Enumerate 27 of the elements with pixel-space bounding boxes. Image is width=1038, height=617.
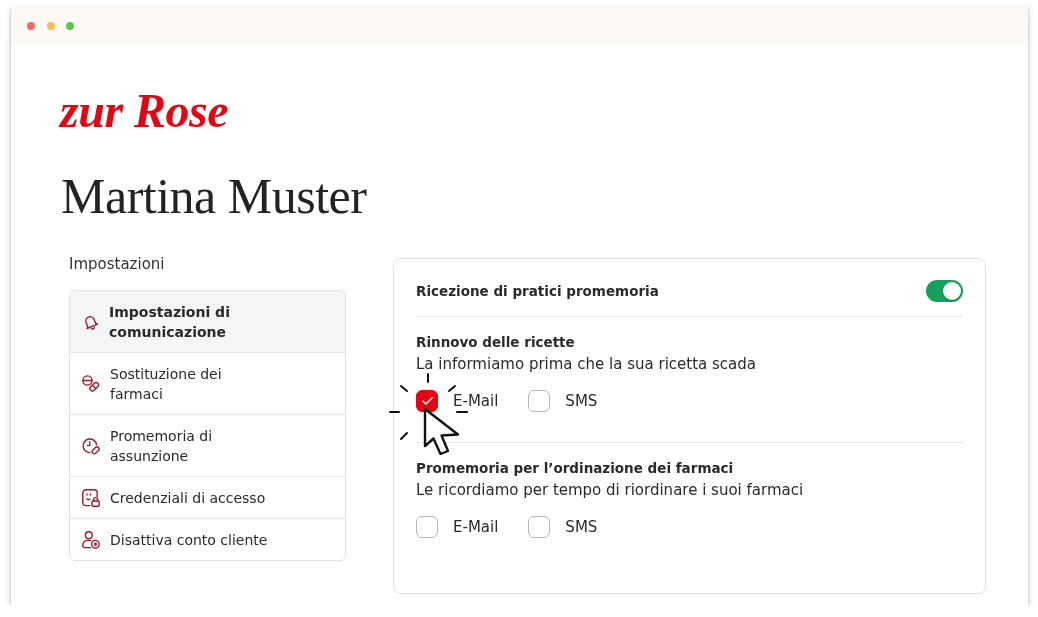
user-icon bbox=[82, 531, 100, 549]
maximize-dot-icon[interactable] bbox=[66, 21, 74, 30]
checkbox[interactable] bbox=[528, 516, 551, 538]
section-description: La informiamo prima che la sua ricetta scada bbox=[416, 354, 757, 375]
brand-logo: zur Rose bbox=[60, 86, 229, 136]
checkmark-icon bbox=[421, 397, 433, 405]
checkbox-label: SMS bbox=[565, 517, 598, 538]
checkbox[interactable] bbox=[416, 390, 438, 412]
checkbox-label: E-Mail bbox=[453, 391, 499, 412]
toggle-switch[interactable] bbox=[926, 280, 963, 302]
page-title: Martina Muster bbox=[61, 168, 367, 224]
face-lock-icon bbox=[82, 489, 100, 507]
checkbox[interactable] bbox=[416, 516, 438, 538]
sidebar-item[interactable]: Impostazioni di comunicazione bbox=[70, 291, 345, 353]
close-dot-icon[interactable] bbox=[27, 21, 35, 30]
section-title: Rinnovo delle ricette bbox=[416, 333, 576, 352]
section-description: Le ricordiamo per tempo di riordinare i suoi farmaci bbox=[416, 480, 805, 501]
pills-icon bbox=[82, 375, 100, 393]
checkbox-label: E-Mail bbox=[453, 517, 499, 538]
minimize-dot-icon[interactable] bbox=[46, 21, 55, 30]
bell-icon bbox=[82, 313, 99, 331]
checkbox[interactable] bbox=[528, 390, 551, 412]
panel-title: Ricezione di pratici promemoria bbox=[416, 282, 659, 301]
clock-icon bbox=[82, 437, 100, 455]
section-title: Promemoria per l’ordinazione dei farmaci bbox=[416, 459, 735, 478]
checkbox-label: SMS bbox=[565, 391, 598, 412]
sidebar-heading: Impostazioni bbox=[69, 254, 166, 274]
